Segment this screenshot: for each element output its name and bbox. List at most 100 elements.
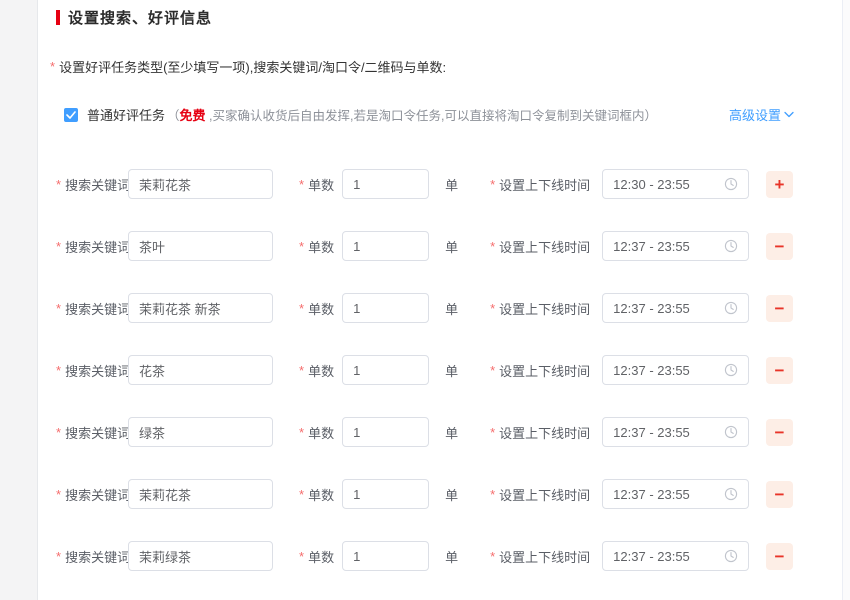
clock-icon — [724, 301, 738, 315]
count-label-text: 单数 — [308, 237, 334, 256]
count-input[interactable] — [342, 169, 429, 199]
page-right-margin — [842, 0, 850, 600]
time-range-input[interactable]: 12:37 - 23:55 — [602, 293, 749, 323]
count-label: * 单数 — [299, 175, 334, 194]
count-input[interactable] — [342, 541, 429, 571]
time-range-value: 12:37 - 23:55 — [613, 363, 690, 378]
keyword-label: * 搜索关键词 — [56, 361, 128, 380]
count-input[interactable] — [342, 479, 429, 509]
count-label-text: 单数 — [308, 361, 334, 380]
keyword-label-text: 搜索关键词 — [65, 423, 130, 442]
count-input[interactable] — [342, 355, 429, 385]
count-input[interactable] — [342, 293, 429, 323]
add-row-button[interactable]: + — [766, 171, 793, 198]
unit-label: 单 — [445, 547, 458, 566]
time-range-input[interactable]: 12:37 - 23:55 — [602, 355, 749, 385]
required-asterisk: * — [299, 425, 304, 440]
count-label: * 单数 — [299, 547, 334, 566]
keyword-label: * 搜索关键词 — [56, 299, 128, 318]
time-range-input[interactable]: 12:37 - 23:55 — [602, 231, 749, 261]
time-label-text: 设置上下线时间 — [499, 547, 590, 566]
time-label-text: 设置上下线时间 — [499, 485, 590, 504]
task-type-label: 普通好评任务 — [87, 105, 165, 124]
task-row: * 搜索关键词 * 单数 单 * 设置上下线时间 12:37 - 23:55 − — [39, 541, 842, 571]
keyword-input[interactable] — [128, 479, 273, 509]
keyword-input[interactable] — [128, 231, 273, 261]
required-asterisk: * — [56, 363, 61, 378]
keyword-label-text: 搜索关键词 — [65, 299, 130, 318]
requirement-note: * 设置好评任务类型(至少填写一项),搜索关键词/淘口令/二维码与单数: — [50, 58, 842, 75]
time-range-value: 12:37 - 23:55 — [613, 301, 690, 316]
count-label: * 单数 — [299, 361, 334, 380]
keyword-label-text: 搜索关键词 — [65, 237, 130, 256]
required-asterisk: * — [490, 487, 495, 502]
keyword-label-text: 搜索关键词 — [65, 361, 130, 380]
remove-row-button[interactable]: − — [766, 357, 793, 384]
required-asterisk: * — [299, 363, 304, 378]
required-asterisk: * — [299, 487, 304, 502]
time-range-input[interactable]: 12:37 - 23:55 — [602, 417, 749, 447]
task-row: * 搜索关键词 * 单数 单 * 设置上下线时间 12:37 - 23:55 − — [39, 479, 842, 509]
chevron-down-icon — [784, 111, 794, 118]
unit-label: 单 — [445, 299, 458, 318]
keyword-input[interactable] — [128, 541, 273, 571]
time-range-value: 12:30 - 23:55 — [613, 177, 690, 192]
unit-label: 单 — [445, 237, 458, 256]
keyword-input[interactable] — [128, 169, 273, 199]
task-row: * 搜索关键词 * 单数 单 * 设置上下线时间 12:30 - 23:55 + — [39, 169, 842, 199]
keyword-input[interactable] — [128, 417, 273, 447]
time-label: * 设置上下线时间 — [490, 485, 590, 504]
time-range-value: 12:37 - 23:55 — [613, 239, 690, 254]
count-label: * 单数 — [299, 423, 334, 442]
remove-row-button[interactable]: − — [766, 419, 793, 446]
clock-icon — [724, 177, 738, 191]
time-range-value: 12:37 - 23:55 — [613, 549, 690, 564]
section-title: 设置搜索、好评信息 — [68, 7, 212, 28]
required-asterisk: * — [490, 549, 495, 564]
time-range-input[interactable]: 12:37 - 23:55 — [602, 479, 749, 509]
required-asterisk: * — [490, 239, 495, 254]
clock-icon — [724, 549, 738, 563]
time-label: * 设置上下线时间 — [490, 299, 590, 318]
required-asterisk: * — [490, 301, 495, 316]
time-label: * 设置上下线时间 — [490, 547, 590, 566]
required-asterisk: * — [50, 59, 55, 74]
required-asterisk: * — [56, 425, 61, 440]
keyword-label: * 搜索关键词 — [56, 485, 128, 504]
keyword-input[interactable] — [128, 293, 273, 323]
remove-row-button[interactable]: − — [766, 295, 793, 322]
keyword-input[interactable] — [128, 355, 273, 385]
unit-label: 单 — [445, 361, 458, 380]
advanced-settings-label: 高级设置 — [729, 105, 781, 124]
count-label-text: 单数 — [308, 547, 334, 566]
count-label-text: 单数 — [308, 423, 334, 442]
remove-row-button[interactable]: − — [766, 233, 793, 260]
keyword-label-text: 搜索关键词 — [65, 485, 130, 504]
count-input[interactable] — [342, 417, 429, 447]
time-range-input[interactable]: 12:30 - 23:55 — [602, 169, 749, 199]
required-asterisk: * — [490, 363, 495, 378]
count-input[interactable] — [342, 231, 429, 261]
time-label-text: 设置上下线时间 — [499, 237, 590, 256]
task-type-row: 普通好评任务 （免费 ,买家确认收货后自由发挥,若是淘口令任务,可以直接将淘口令… — [64, 105, 794, 124]
unit-label: 单 — [445, 175, 458, 194]
count-label-text: 单数 — [308, 299, 334, 318]
required-asterisk: * — [56, 239, 61, 254]
clock-icon — [724, 487, 738, 501]
time-range-value: 12:37 - 23:55 — [613, 487, 690, 502]
keyword-label: * 搜索关键词 — [56, 175, 128, 194]
time-range-input[interactable]: 12:37 - 23:55 — [602, 541, 749, 571]
free-badge: 免费 — [180, 108, 206, 123]
required-asterisk: * — [490, 177, 495, 192]
time-label-text: 设置上下线时间 — [499, 423, 590, 442]
remove-row-button[interactable]: − — [766, 543, 793, 570]
remove-row-button[interactable]: − — [766, 481, 793, 508]
time-label: * 设置上下线时间 — [490, 237, 590, 256]
task-type-checkbox[interactable] — [64, 108, 78, 122]
advanced-settings-link[interactable]: 高级设置 — [729, 105, 794, 124]
task-row: * 搜索关键词 * 单数 单 * 设置上下线时间 12:37 - 23:55 − — [39, 417, 842, 447]
hint-open: （ — [167, 109, 180, 123]
required-asterisk: * — [299, 549, 304, 564]
check-icon — [66, 111, 76, 119]
count-label-text: 单数 — [308, 175, 334, 194]
